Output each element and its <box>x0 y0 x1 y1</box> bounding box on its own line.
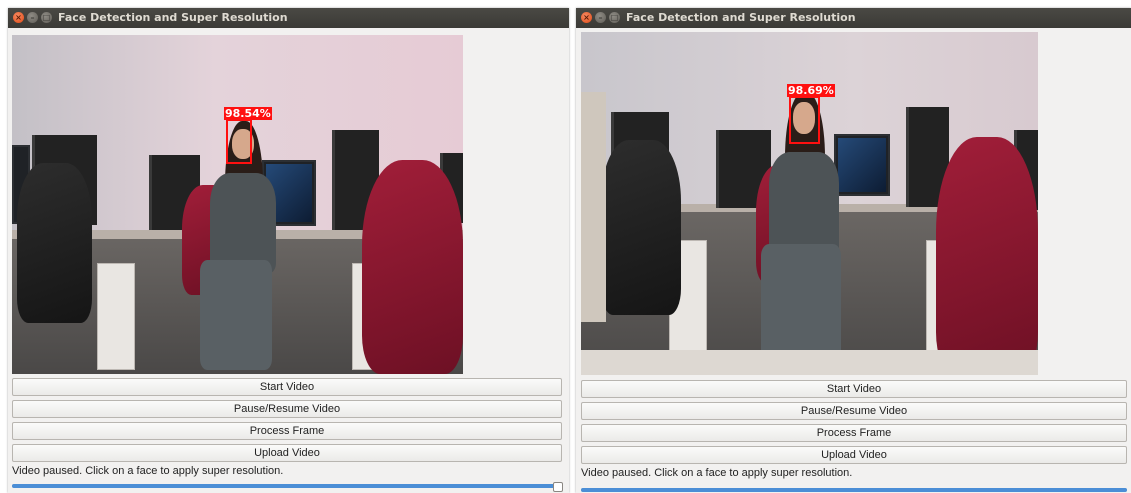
app-window-right: × – □ Face Detection and Super Resolutio… <box>576 8 1131 493</box>
status-text: Video paused. Click on a face to apply s… <box>12 465 284 477</box>
process-frame-button[interactable]: Process Frame <box>12 422 562 440</box>
minimize-icon[interactable]: – <box>27 12 38 23</box>
app-window-left: × – □ Face Detection and Super Resolutio… <box>8 8 569 493</box>
person-legs <box>200 260 272 370</box>
person-legs <box>761 244 841 362</box>
scene-chair <box>601 140 681 315</box>
window-title: Face Detection and Super Resolution <box>58 11 288 24</box>
scene-foreground-object <box>581 92 606 322</box>
person-body <box>769 152 839 257</box>
maximize-icon[interactable]: □ <box>609 12 620 23</box>
confidence-label: 98.54% <box>224 107 272 120</box>
scene-foreground-ledge <box>581 350 1038 375</box>
progress-handle[interactable] <box>553 482 563 492</box>
process-frame-button[interactable]: Process Frame <box>581 424 1127 442</box>
status-text: Video paused. Click on a face to apply s… <box>581 467 853 479</box>
video-frame[interactable]: 98.69% <box>581 32 1038 375</box>
upload-video-button[interactable]: Upload Video <box>12 444 562 462</box>
title-bar[interactable]: × – □ Face Detection and Super Resolutio… <box>8 8 569 28</box>
progress-fill <box>12 484 560 488</box>
face-detection-box[interactable] <box>789 96 820 144</box>
window-title: Face Detection and Super Resolution <box>626 11 856 24</box>
start-video-button[interactable]: Start Video <box>12 378 562 396</box>
scene-monitor <box>834 134 890 196</box>
minimize-icon[interactable]: – <box>595 12 606 23</box>
start-video-button[interactable]: Start Video <box>581 380 1127 398</box>
scene-chair <box>936 137 1038 375</box>
scene-chair <box>17 163 92 323</box>
title-bar[interactable]: × – □ Face Detection and Super Resolutio… <box>576 8 1131 28</box>
progress-fill <box>581 488 1127 492</box>
close-icon[interactable]: × <box>581 12 592 23</box>
progress-bar[interactable] <box>12 484 562 488</box>
person-body <box>210 173 276 273</box>
upload-video-button[interactable]: Upload Video <box>581 446 1127 464</box>
scene-chair <box>362 160 463 374</box>
video-frame[interactable]: 98.54% <box>12 35 463 374</box>
close-icon[interactable]: × <box>13 12 24 23</box>
scene-cabinet <box>97 263 135 370</box>
maximize-icon[interactable]: □ <box>41 12 52 23</box>
pause-resume-video-button[interactable]: Pause/Resume Video <box>12 400 562 418</box>
progress-bar[interactable] <box>581 488 1127 492</box>
confidence-label: 98.69% <box>787 84 835 97</box>
face-detection-box[interactable] <box>226 119 252 164</box>
pause-resume-video-button[interactable]: Pause/Resume Video <box>581 402 1127 420</box>
